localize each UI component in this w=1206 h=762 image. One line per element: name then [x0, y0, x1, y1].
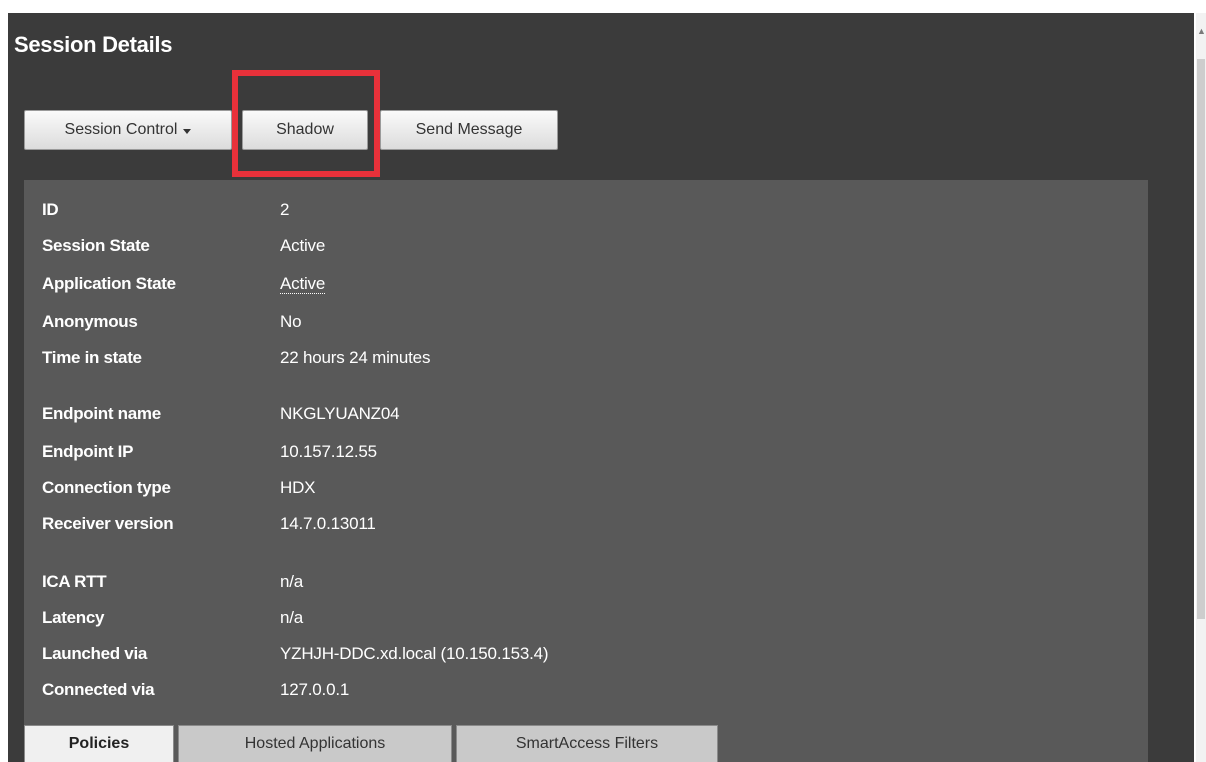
send-message-button[interactable]: Send Message [380, 110, 558, 150]
detail-label: Connection type [42, 478, 171, 497]
tab-policies[interactable]: Policies [24, 725, 174, 762]
detail-value: n/a [280, 608, 304, 627]
detail-label: Endpoint name [42, 404, 161, 423]
session-control-label: Session Control [64, 121, 178, 138]
detail-value: 10.157.12.55 [280, 442, 377, 461]
detail-label: Time in state [42, 348, 142, 367]
detail-label: Connected via [42, 680, 155, 699]
page-title: Session Details [14, 32, 173, 57]
scroll-up-icon[interactable]: ▲ [1197, 27, 1206, 36]
vertical-scrollbar[interactable]: ▲ [1196, 13, 1206, 762]
highlight-box [232, 70, 380, 177]
detail-value: 22 hours 24 minutes [280, 348, 431, 367]
session-control-button[interactable]: Session Control [24, 110, 232, 150]
detail-label: ID [42, 200, 59, 219]
detail-label: Session State [42, 236, 150, 255]
detail-label: Endpoint IP [42, 442, 134, 461]
detail-value: NKGLYUANZ04 [280, 404, 400, 423]
detail-value: YZHJH-DDC.xd.local (10.150.153.4) [280, 644, 549, 663]
detail-label: Launched via [42, 644, 148, 663]
detail-value: 14.7.0.13011 [280, 514, 376, 533]
detail-row-endpoint-ip: Endpoint IP 10.157.12.55 [42, 438, 377, 466]
detail-row-connected-via: Connected via 127.0.0.1 [42, 676, 349, 704]
detail-row-endpoint-name: Endpoint name NKGLYUANZ04 [42, 400, 400, 428]
detail-row-launched-via: Launched via YZHJH-DDC.xd.local (10.150.… [42, 640, 549, 668]
detail-row-id: ID 2 [42, 196, 289, 224]
detail-row-application-state: Application State Active [42, 270, 325, 298]
detail-label: Anonymous [42, 312, 138, 331]
detail-label: Latency [42, 608, 105, 627]
send-message-label: Send Message [415, 121, 523, 138]
detail-value: Active [280, 236, 326, 255]
detail-value: No [280, 312, 302, 331]
detail-label: Application State [42, 274, 176, 293]
details-area: ID 2 Session State Active Application St… [24, 180, 1148, 762]
detail-row-receiver-version: Receiver version 14.7.0.13011 [42, 510, 376, 538]
detail-row-ica-rtt: ICA RTT n/a [42, 568, 303, 596]
detail-row-connection-type: Connection type HDX [42, 474, 315, 502]
application-state-link[interactable]: Active [280, 274, 325, 294]
detail-row-time-in-state: Time in state 22 hours 24 minutes [42, 344, 430, 372]
detail-row-anonymous: Anonymous No [42, 308, 302, 336]
detail-label: Receiver version [42, 514, 174, 533]
tab-smartaccess-filters[interactable]: SmartAccess Filters [456, 725, 718, 762]
detail-value: n/a [280, 572, 304, 591]
tab-hosted-applications[interactable]: Hosted Applications [178, 725, 452, 762]
scrollbar-thumb[interactable] [1197, 59, 1205, 619]
chevron-down-icon [183, 128, 192, 134]
detail-value: 127.0.0.1 [280, 680, 350, 699]
detail-value: HDX [280, 478, 316, 497]
detail-value: 2 [280, 200, 290, 219]
detail-label: ICA RTT [42, 572, 107, 591]
detail-row-latency: Latency n/a [42, 604, 303, 632]
detail-row-session-state: Session State Active [42, 232, 325, 260]
detail-tabs: Policies Hosted Applications SmartAccess… [24, 725, 722, 762]
